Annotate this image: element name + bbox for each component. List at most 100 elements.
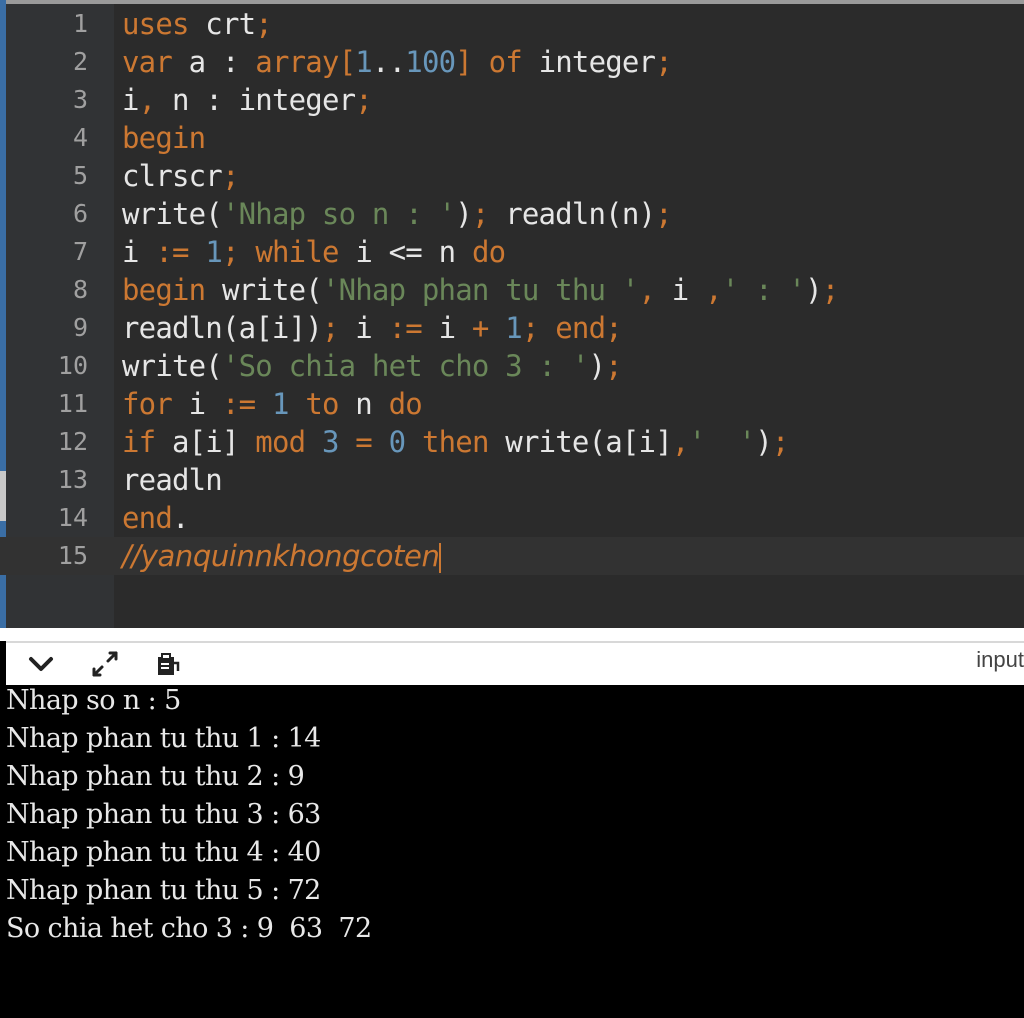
- line-code[interactable]: var a : array[1..100] of integer;: [122, 43, 673, 81]
- code-token: 'Nhap so n : ': [221, 197, 456, 231]
- code-token: ;: [605, 311, 622, 345]
- code-token: readln(a[i]): [122, 311, 323, 345]
- code-token: of: [488, 45, 523, 79]
- code-line[interactable]: 1 uses crt;: [0, 5, 1024, 43]
- code-token: 1: [355, 45, 372, 79]
- chevron-down-icon[interactable]: [26, 649, 56, 679]
- code-token: ): [805, 273, 822, 307]
- line-code[interactable]: for i := 1 to n do: [122, 385, 423, 423]
- line-code[interactable]: readln: [122, 461, 223, 499]
- code-token: ,: [138, 83, 156, 117]
- line-number: 3: [72, 85, 88, 114]
- code-token: 1: [271, 387, 289, 421]
- console-line: Nhap so n : 5: [6, 685, 181, 716]
- clipboard-icon[interactable]: [152, 649, 182, 679]
- code-token: :=: [155, 235, 189, 269]
- code-line[interactable]: 10 write('So chia het cho 3 : ');: [0, 347, 1024, 385]
- code-line[interactable]: 4 begin: [0, 119, 1024, 157]
- line-code[interactable]: i, n : integer;: [122, 81, 373, 119]
- line-code[interactable]: //yanquinnkhongcoten: [122, 537, 442, 575]
- code-token: var: [122, 45, 173, 79]
- code-token: ..: [371, 45, 406, 79]
- line-code[interactable]: end.: [122, 499, 189, 537]
- code-token: =: [355, 425, 372, 459]
- code-token: ' ': [688, 425, 756, 459]
- code-line[interactable]: 9 readln(a[i]); i := i + 1; end;: [0, 309, 1024, 347]
- console-line: Nhap phan tu thu 4 : 40: [6, 837, 321, 868]
- line-code[interactable]: begin: [122, 119, 206, 157]
- code-token: 3: [321, 425, 339, 459]
- code-line[interactable]: 12 if a[i] mod 3 = 0 then write(a[i],' ')…: [0, 423, 1024, 461]
- code-token: readln(n): [488, 197, 656, 231]
- code-line[interactable]: 13 readln: [0, 461, 1024, 499]
- line-code[interactable]: write('So chia het cho 3 : ');: [122, 347, 623, 385]
- editor-top-border: [0, 0, 1024, 4]
- panel-splitter[interactable]: [0, 628, 1024, 641]
- line-code[interactable]: i := 1; while i <= n do: [122, 233, 506, 271]
- line-code[interactable]: begin write('Nhap phan tu thu ', i ,' : …: [122, 271, 839, 309]
- code-line[interactable]: 14 end.: [0, 499, 1024, 537]
- line-code[interactable]: if a[i] mod 3 = 0 then write(a[i],' ');: [122, 423, 789, 461]
- code-token: ;: [521, 311, 539, 345]
- code-token: +: [471, 311, 489, 345]
- code-token: //yanquinnkhongcoten: [122, 539, 440, 573]
- line-number: 9: [72, 313, 88, 342]
- line-code[interactable]: readln(a[i]); i := i + 1; end;: [122, 309, 623, 347]
- line-number: 8: [72, 275, 88, 304]
- code-token: while: [255, 235, 339, 269]
- code-line[interactable]: 11 for i := 1 to n do: [0, 385, 1024, 423]
- code-token: n : integer: [155, 83, 356, 117]
- code-token: ;: [355, 83, 372, 117]
- line-number: 5: [72, 161, 88, 190]
- console-toolbar: input: [6, 641, 1024, 685]
- line-number: 6: [72, 199, 88, 228]
- code-line[interactable]: 5 clrscr;: [0, 157, 1024, 195]
- input-tab[interactable]: input: [976, 647, 1024, 673]
- line-code[interactable]: clrscr;: [122, 157, 239, 195]
- console-output[interactable]: Nhap so n : 5 Nhap phan tu thu 1 : 14 Nhap…: [0, 685, 1024, 1018]
- line-code[interactable]: uses crt;: [122, 5, 273, 43]
- line-number: 11: [57, 389, 88, 418]
- code-line[interactable]: 7 i := 1; while i <= n do: [0, 233, 1024, 271]
- code-token: 'Nhap phan tu thu ': [321, 273, 639, 307]
- code-token: i: [421, 311, 472, 345]
- code-token: begin: [122, 273, 206, 307]
- code-lines[interactable]: 1 uses crt; 2 var a : array[1..100] of inte…: [0, 5, 1024, 575]
- code-line[interactable]: 8 begin write('Nhap phan tu thu ', i ,' :…: [0, 271, 1024, 309]
- console-line: Nhap phan tu thu 3 : 63: [6, 799, 321, 830]
- code-token: ;: [771, 425, 789, 459]
- code-token: i: [171, 387, 222, 421]
- code-token: if: [122, 425, 156, 459]
- code-token: ,: [671, 425, 689, 459]
- code-line[interactable]: 15 //yanquinnkhongcoten: [0, 537, 1024, 575]
- code-line[interactable]: 3 i, n : integer;: [0, 81, 1024, 119]
- code-token: begin: [122, 121, 206, 155]
- code-token: write(a[i]: [488, 425, 672, 459]
- code-token: ,: [705, 273, 722, 307]
- code-editor[interactable]: 1 uses crt; 2 var a : array[1..100] of inte…: [0, 0, 1024, 628]
- expand-arrows-icon[interactable]: [90, 649, 120, 679]
- code-token: ;: [321, 311, 339, 345]
- code-token: then: [421, 425, 489, 459]
- line-number: 14: [57, 503, 88, 532]
- code-token: clrscr: [122, 159, 223, 193]
- code-token: end: [555, 311, 606, 345]
- line-code[interactable]: write('Nhap so n : '); readln(n);: [122, 195, 673, 233]
- code-token: a[i]: [155, 425, 256, 459]
- code-line[interactable]: 2 var a : array[1..100] of integer;: [0, 43, 1024, 81]
- code-token: ;: [221, 159, 239, 193]
- code-token: ]: [455, 45, 472, 79]
- code-line[interactable]: 6 write('Nhap so n : '); readln(n);: [0, 195, 1024, 233]
- code-token: ,: [638, 273, 656, 307]
- code-token: ;: [471, 197, 489, 231]
- code-token: .: [171, 501, 189, 535]
- line-number: 15: [57, 541, 88, 570]
- code-token: i: [122, 235, 156, 269]
- console-line: Nhap phan tu thu 5 : 72: [6, 875, 321, 906]
